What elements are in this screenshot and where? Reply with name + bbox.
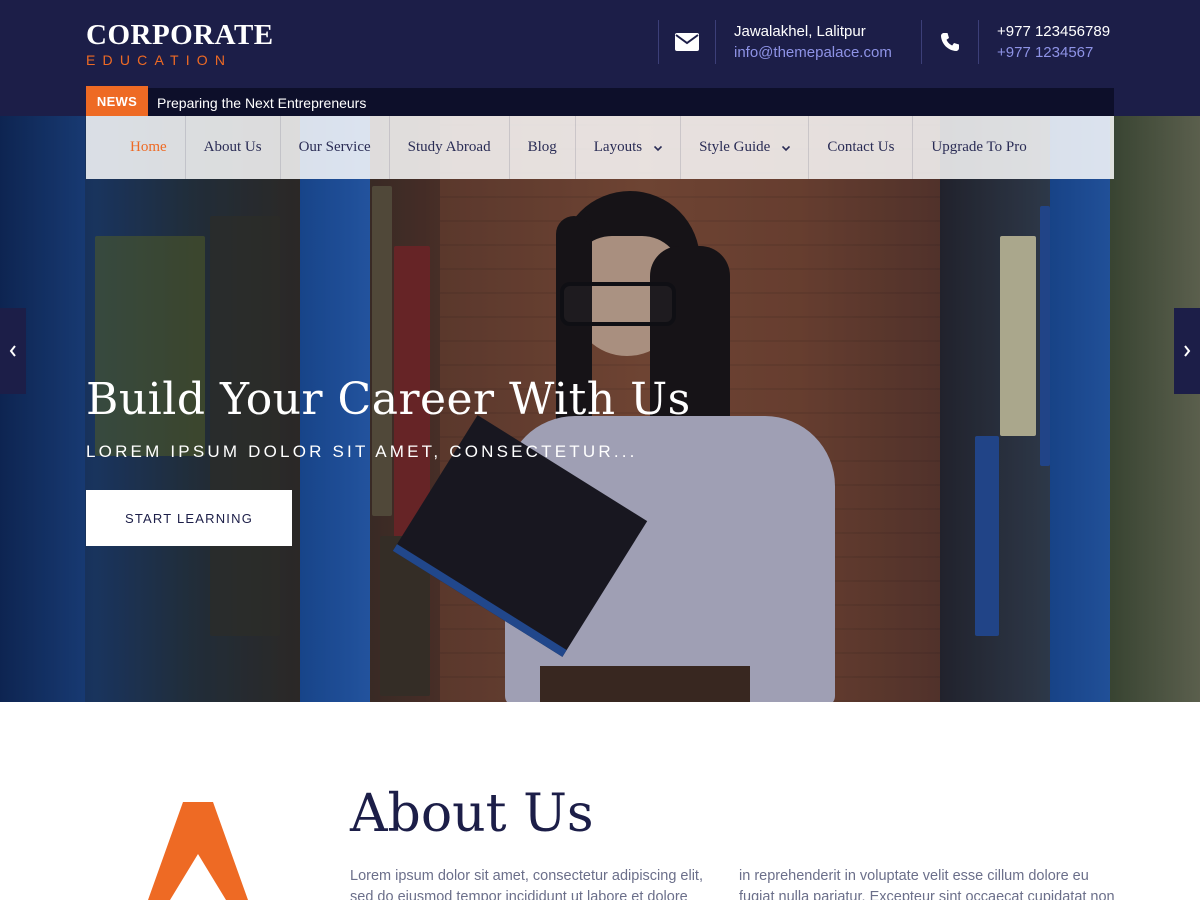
nav-label: Contact Us xyxy=(827,139,895,155)
news-headline[interactable]: Preparing the Next Entrepreneurs xyxy=(157,88,366,116)
logo-subtitle: EDUCATION xyxy=(86,52,233,68)
news-ticker: NEWS Preparing the Next Entrepreneurs xyxy=(86,86,1114,116)
nav-label: Layouts xyxy=(593,139,643,155)
logo-title: CORPORATE xyxy=(86,19,274,51)
nav-label: Blog xyxy=(527,139,557,155)
nav-style-guide[interactable]: Style Guide xyxy=(681,116,810,179)
news-label: NEWS xyxy=(86,86,148,116)
start-learning-button[interactable]: START LEARNING xyxy=(86,490,292,546)
contact-address: Jawalakhel, Lalitpur info@themepalace.co… xyxy=(658,20,892,64)
slider-prev-button[interactable] xyxy=(0,308,26,394)
envelope-icon xyxy=(659,20,715,64)
hero-title: Build Your Career With Us xyxy=(86,374,691,425)
nav-label: Style Guide xyxy=(699,139,771,155)
address-text: Jawalakhel, Lalitpur xyxy=(734,23,866,40)
nav-label: Upgrade To Pro xyxy=(931,139,1027,155)
about-text-column-1: Lorem ipsum dolor sit amet, consectetur … xyxy=(350,868,703,900)
nav-our-service[interactable]: Our Service xyxy=(281,116,390,179)
nav-label: Home xyxy=(130,139,167,155)
nav-layouts[interactable]: Layouts xyxy=(576,116,682,179)
hero-subtitle: LOREM IPSUM DOLOR SIT AMET, CONSECTETUR.… xyxy=(86,442,638,461)
about-title: About Us xyxy=(350,784,594,844)
phone-secondary[interactable]: +977 1234567 xyxy=(997,42,1110,63)
contact-phone: +977 123456789 +977 1234567 xyxy=(921,20,1110,64)
chevron-down-icon xyxy=(654,145,663,151)
about-logo-icon xyxy=(148,802,248,900)
chevron-right-icon xyxy=(1184,345,1191,357)
nav-label: Study Abroad xyxy=(407,139,491,155)
chevron-down-icon xyxy=(782,145,791,151)
nav-label: Our Service xyxy=(298,139,371,155)
about-text-column-2: in reprehenderit in voluptate velit esse… xyxy=(739,868,1115,900)
nav-study-abroad[interactable]: Study Abroad xyxy=(390,116,510,179)
site-header: CORPORATE EDUCATION Jawalakhel, Lalitpur… xyxy=(0,0,1200,116)
site-logo[interactable]: CORPORATE EDUCATION xyxy=(86,20,274,68)
nav-label: About Us xyxy=(203,139,262,155)
phone-icon xyxy=(922,20,978,64)
nav-about-us[interactable]: About Us xyxy=(186,116,281,179)
nav-contact-us[interactable]: Contact Us xyxy=(809,116,914,179)
hero-slider: Home About Us Our Service Study Abroad B… xyxy=(0,116,1200,702)
chevron-left-icon xyxy=(9,345,16,357)
nav-upgrade-to-pro[interactable]: Upgrade To Pro xyxy=(913,116,1044,179)
slider-next-button[interactable] xyxy=(1174,308,1200,394)
phone-primary[interactable]: +977 123456789 xyxy=(997,21,1110,42)
nav-home[interactable]: Home xyxy=(86,116,186,179)
main-navigation: Home About Us Our Service Study Abroad B… xyxy=(86,116,1114,179)
nav-blog[interactable]: Blog xyxy=(510,116,576,179)
email-link[interactable]: info@themepalace.com xyxy=(734,42,892,63)
